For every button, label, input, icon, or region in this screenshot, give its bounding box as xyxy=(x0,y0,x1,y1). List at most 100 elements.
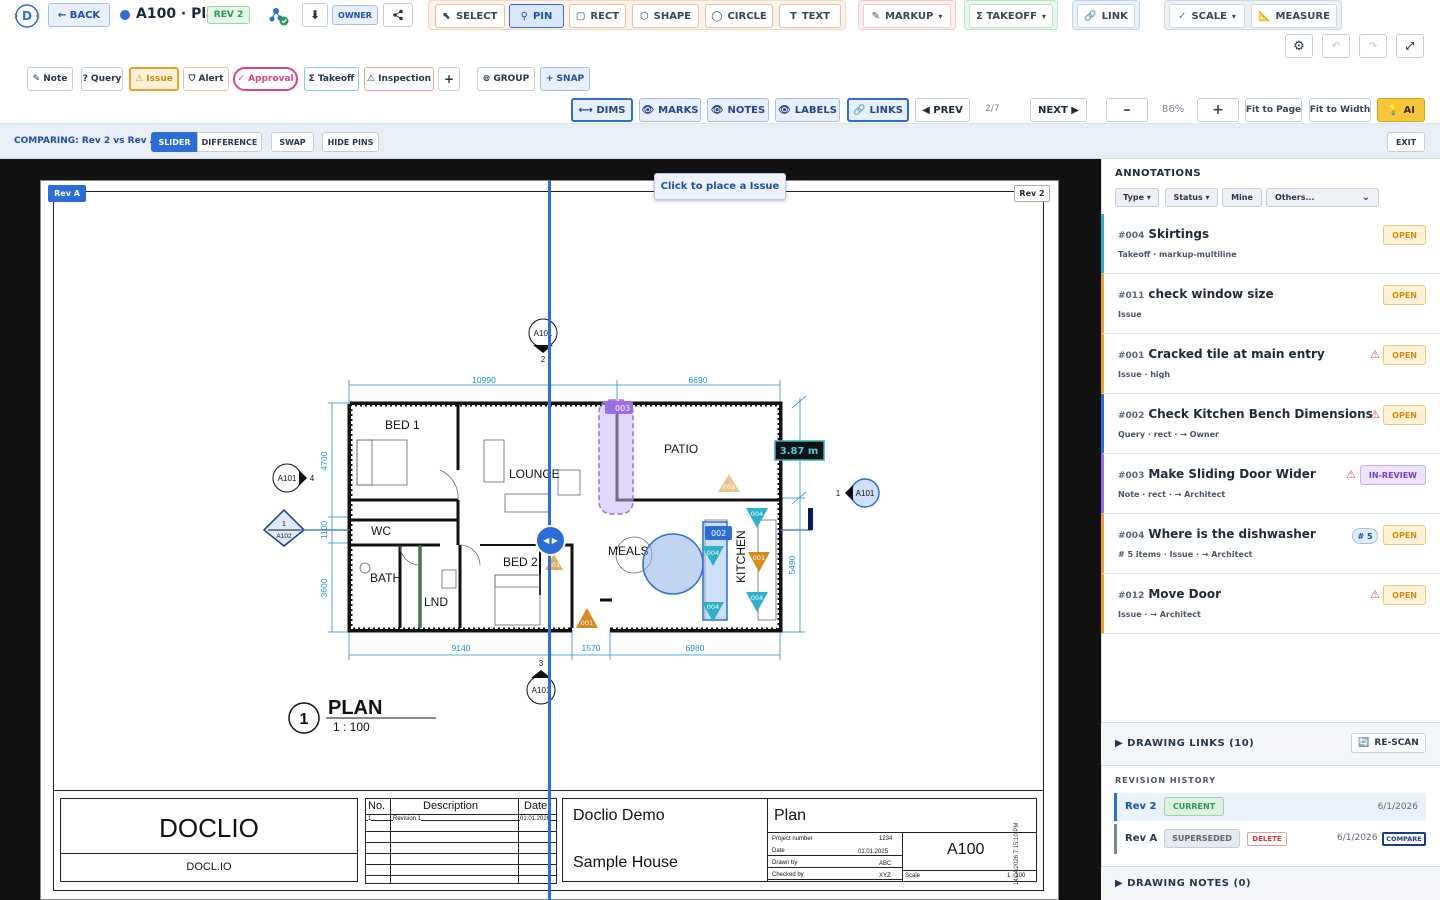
rev-right-label: Rev 2 xyxy=(1014,185,1050,202)
company-box: DOCLIO DOCL.IO xyxy=(60,798,358,882)
status-badge: IN-REVIEW xyxy=(1359,465,1426,485)
rev-col-desc: Description xyxy=(423,800,479,812)
svg-text:A101: A101 xyxy=(856,489,875,498)
section-mark-a102[interactable]: 1 A102 xyxy=(262,508,306,547)
drawing-links-label: ▶ DRAWING LINKS (10) xyxy=(1115,738,1255,749)
dim-left1: 4700 xyxy=(319,451,329,470)
svg-text:PLAN: PLAN xyxy=(328,697,382,719)
room-lnd: LND xyxy=(424,595,448,609)
markup-sliding-door-cloud[interactable]: 003 xyxy=(598,399,634,515)
drawing-notes-label: ▶ DRAWING NOTES (0) xyxy=(1115,878,1252,889)
dim-bot2: 1570 xyxy=(582,643,601,653)
svg-text:004: 004 xyxy=(707,549,719,557)
annotation-number: #004 xyxy=(1118,531,1145,541)
svg-text:1: 1 xyxy=(836,489,841,498)
placement-hint: Click to place a Issue xyxy=(654,173,786,200)
svg-text:003: 003 xyxy=(615,404,630,413)
drawing-links-count: DRAWING LINKS (10) xyxy=(1127,738,1255,749)
ai-button[interactable]: 💡 AI xyxy=(1377,98,1425,122)
revision-table: No. Description Date 1 Revision 1 01.01.… xyxy=(365,798,557,884)
sheet-title: Plan xyxy=(774,807,807,824)
measure-button[interactable]: 📐 MEASURE xyxy=(1251,4,1337,28)
reva-delete-button[interactable]: DELETE xyxy=(1247,832,1287,846)
annotation-meta: # 5 items · Issue · → Architect xyxy=(1118,550,1253,559)
redo-button[interactable]: ↷ xyxy=(1359,34,1387,58)
reva-date: 6/1/2026 xyxy=(1337,833,1378,843)
drawn-value: ABC xyxy=(879,861,892,867)
room-patio: PATIO xyxy=(664,442,698,456)
undo-button[interactable]: ↶ xyxy=(1322,34,1350,58)
annotation-number: #003 xyxy=(1118,471,1145,481)
annotation-item[interactable]: #001 Cracked tile at main entry Issue · hi… xyxy=(1101,334,1440,394)
section-mark-top[interactable]: A1012 xyxy=(528,318,558,364)
scale-label: SCALE xyxy=(1191,10,1227,22)
zoom-out-button[interactable]: – xyxy=(1106,98,1148,122)
section-mark-left[interactable]: A101 4 xyxy=(272,463,315,493)
revision-row-reva[interactable]: Rev A SUPERSEDED DELETE 6/1/2026 COMPARE xyxy=(1114,824,1426,854)
filter-status[interactable]: Status ▾ xyxy=(1165,188,1218,207)
svg-text:004: 004 xyxy=(751,510,763,518)
drawing-notes-count: DRAWING NOTES (0) xyxy=(1127,878,1252,889)
check-icon: ✓ xyxy=(1178,10,1187,22)
svg-text:1 : 100: 1 : 100 xyxy=(333,720,370,734)
annotation-item[interactable]: #012 Move Door Issue · → Architect OPEN ⚠ xyxy=(1101,574,1440,634)
annotation-meta: Query · rect · → Owner xyxy=(1118,430,1219,439)
checked-label: Checked by xyxy=(772,872,804,878)
scale-dropdown[interactable]: ✓ SCALE ▾ xyxy=(1169,4,1245,28)
annotation-title: #003 Make Sliding Door Wider xyxy=(1118,467,1316,481)
ai-label: AI xyxy=(1403,104,1415,116)
rescan-button[interactable]: 🔄 RE-SCAN xyxy=(1351,733,1426,753)
fit-page-button[interactable]: Fit to Page xyxy=(1245,98,1302,122)
company-divider xyxy=(61,853,357,854)
svg-text:A102: A102 xyxy=(276,533,292,540)
filter-type[interactable]: Type ▾ xyxy=(1115,188,1159,207)
filter-others-select[interactable]: Others... ⌄ xyxy=(1266,188,1379,207)
annotation-item[interactable]: #004 Where is the dishwasher # 5 items · I… xyxy=(1101,514,1440,574)
rev2-date: 6/1/2026 xyxy=(1377,802,1418,812)
compare-slider-handle[interactable]: ◀ ▶ xyxy=(535,525,566,556)
sheet-number: A100 xyxy=(947,841,985,858)
svg-text:004: 004 xyxy=(707,603,719,611)
annotation-item[interactable]: #003 Make Sliding Door Wider Note · rect ·… xyxy=(1101,454,1440,514)
ruler-icon: 📐 xyxy=(1258,10,1271,22)
measure-tag[interactable]: 3.87 m xyxy=(774,440,825,461)
section-mark-right[interactable]: A101 1 xyxy=(836,478,880,508)
rev-col-no: No. xyxy=(368,800,386,812)
markup-circle[interactable] xyxy=(642,533,704,595)
rev-col-line2 xyxy=(518,799,519,883)
annotation-title-text: Make Sliding Door Wider xyxy=(1148,467,1316,481)
exit-compare-button[interactable]: EXIT xyxy=(1387,132,1425,152)
svg-text:3: 3 xyxy=(539,659,544,668)
link-label: LINK xyxy=(1101,10,1128,22)
drawn-label: Drawn by xyxy=(772,860,798,866)
dim-left3: 3600 xyxy=(319,578,329,597)
revision-row-rev2[interactable]: Rev 2 CURRENT 6/1/2026 xyxy=(1114,793,1426,821)
annotation-title: #001 Cracked tile at main entry xyxy=(1118,347,1325,361)
project-box: Doclio Demo Sample House Plan Project nu… xyxy=(562,798,1037,882)
svg-text:004: 004 xyxy=(751,594,763,602)
fit-width-button[interactable]: Fit to Width xyxy=(1309,98,1371,122)
filter-mine[interactable]: Mine xyxy=(1222,188,1262,207)
fullscreen-button[interactable]: ⤢ xyxy=(1396,34,1424,58)
annotation-item[interactable]: #011 check window size Issue OPEN xyxy=(1101,274,1440,334)
annotation-number: #001 xyxy=(1118,351,1145,361)
zoom-in-button[interactable]: + xyxy=(1197,98,1239,122)
chevron-down-icon: ▾ xyxy=(1231,11,1236,21)
annotation-item[interactable]: #002 Check Kitchen Bench Dimensions Query … xyxy=(1101,394,1440,454)
svg-text:1: 1 xyxy=(300,711,309,728)
dim-bot1: 9140 xyxy=(452,643,471,653)
annotation-item[interactable]: #004 Skirtings Takeoff · markup-multiline O… xyxy=(1101,214,1440,274)
annotation-title: #004 Where is the dishwasher xyxy=(1118,527,1316,541)
annotation-number: #011 xyxy=(1118,291,1145,301)
svg-text:4: 4 xyxy=(310,474,315,483)
annotation-meta: Issue xyxy=(1118,310,1142,319)
annotation-number: #012 xyxy=(1118,591,1145,601)
zoom-level: 86% xyxy=(1162,104,1185,115)
reva-compare-button[interactable]: COMPARE xyxy=(1382,832,1426,846)
room-bed1: BED 1 xyxy=(385,418,420,432)
rescan-label: RE-SCAN xyxy=(1374,738,1419,748)
settings-button[interactable]: ⚙ xyxy=(1285,34,1313,58)
warning-icon: ⚠ xyxy=(1370,588,1380,601)
rev-col-date: Date xyxy=(524,800,548,812)
company-name: DOCLIO xyxy=(159,813,259,843)
